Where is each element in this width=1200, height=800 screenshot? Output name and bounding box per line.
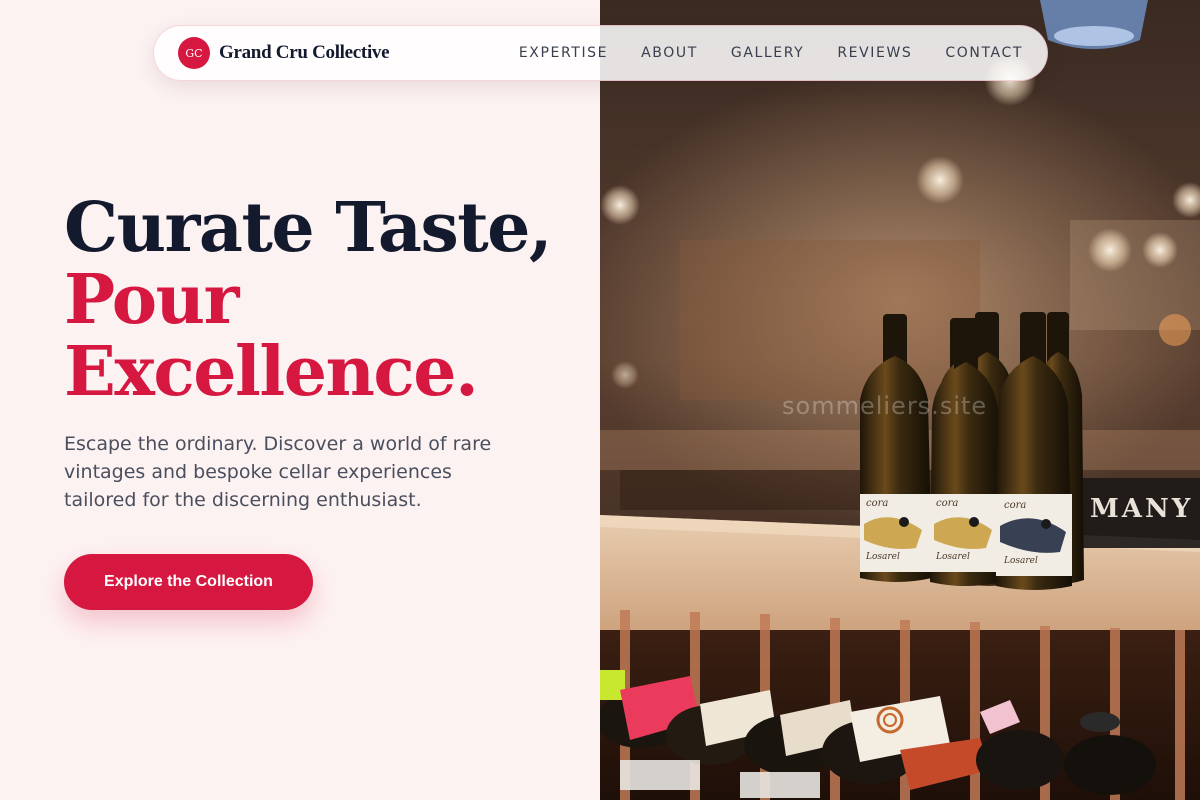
nav-link-reviews[interactable]: REVIEWS (837, 45, 912, 61)
explore-collection-button[interactable]: Explore the Collection (64, 554, 313, 610)
nav-link-gallery[interactable]: GALLERY (731, 45, 804, 61)
bottle-label-name: cora (936, 498, 959, 509)
bottle-label-maker: Losarel (936, 552, 970, 562)
nav-links: EXPERTISE ABOUT GALLERY REVIEWS CONTACT (519, 45, 1023, 61)
nav-link-expertise[interactable]: EXPERTISE (519, 45, 608, 61)
hero-headline: Curate Taste, Pour Excellence. (64, 188, 553, 412)
headline-line-2: Pour (64, 260, 239, 340)
bottle-label-name: cora (1004, 500, 1027, 511)
headline-line-3: Excellence. (64, 332, 479, 412)
hero-photo: cora cora cora Losarel Losarel Losarel s… (600, 0, 1200, 800)
bottle-label-name: cora (866, 498, 889, 509)
bottle-label-maker: Losarel (866, 552, 900, 562)
logo-badge[interactable]: GC (178, 37, 210, 69)
hero-section: Curate Taste, Pour Excellence. Escape th… (0, 0, 600, 800)
nav-link-about[interactable]: ABOUT (641, 45, 698, 61)
watermark: sommeliers.site (782, 392, 988, 420)
main-navbar: GC Grand Cru Collective EXPERTISE ABOUT … (153, 25, 1048, 81)
shelf-sign: MANY (1090, 494, 1194, 524)
headline-line-1: Curate Taste, (64, 188, 553, 268)
nav-link-contact[interactable]: CONTACT (945, 45, 1023, 61)
brand-name[interactable]: Grand Cru Collective (219, 42, 390, 64)
hero-subtitle: Escape the ordinary. Discover a world of… (64, 433, 492, 511)
bottle-label-maker: Losarel (1004, 556, 1038, 566)
